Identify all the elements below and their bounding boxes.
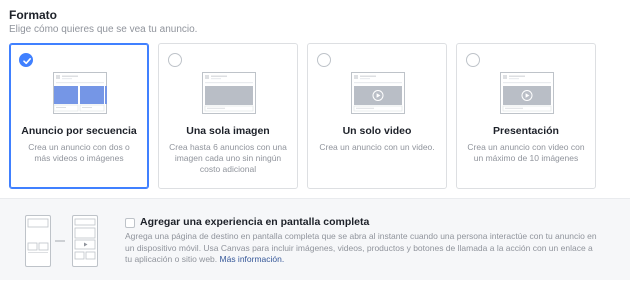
radio-unchecked-icon[interactable] <box>466 53 480 67</box>
format-description: Crea un anuncio con un video. <box>319 142 435 152</box>
carousel-icon <box>53 72 107 114</box>
format-header: Formato Elige cómo quieres que se vea tu… <box>9 8 197 36</box>
single-image-icon <box>202 72 256 114</box>
format-description: Crea hasta 6 anuncios con una imagen cad… <box>169 142 287 174</box>
format-description: Crea un anuncio con video con un máximo … <box>467 142 585 163</box>
format-title: Una sola imagen <box>186 125 270 137</box>
learn-more-link[interactable]: Más información. <box>220 254 285 264</box>
format-title: Un solo video <box>342 125 412 137</box>
canvas-title: Agregar una experiencia en pantalla comp… <box>140 216 370 228</box>
format-card-single-video[interactable]: Un solo video Crea un anuncio con un vid… <box>307 43 447 189</box>
canvas-checkbox[interactable] <box>125 218 135 228</box>
single-video-icon <box>351 72 405 114</box>
canvas-illustration-icon <box>25 215 98 267</box>
canvas-option: Agregar una experiencia en pantalla comp… <box>0 198 630 280</box>
format-title: Presentación <box>493 125 559 137</box>
radio-unchecked-icon[interactable] <box>317 53 331 67</box>
format-title: Anuncio por secuencia <box>21 125 137 137</box>
format-options: Anuncio por secuencia Crea un anuncio co… <box>9 43 623 189</box>
format-description: Crea un anuncio con dos o más videos o i… <box>28 142 130 163</box>
canvas-description-text: Agrega una página de destino en pantalla… <box>125 231 597 264</box>
canvas-description: Agrega una página de destino en pantalla… <box>125 231 600 266</box>
format-card-carousel[interactable]: Anuncio por secuencia Crea un anuncio co… <box>9 43 149 189</box>
format-card-single-image[interactable]: Una sola imagen Crea hasta 6 anuncios co… <box>158 43 298 189</box>
slideshow-icon <box>500 72 554 114</box>
radio-unchecked-icon[interactable] <box>168 53 182 67</box>
format-card-slideshow[interactable]: Presentación Crea un anuncio con video c… <box>456 43 596 189</box>
radio-checked-icon[interactable] <box>19 53 33 67</box>
section-title: Formato <box>9 8 57 22</box>
section-subtitle: Elige cómo quieres que se vea tu anuncio… <box>9 24 198 35</box>
